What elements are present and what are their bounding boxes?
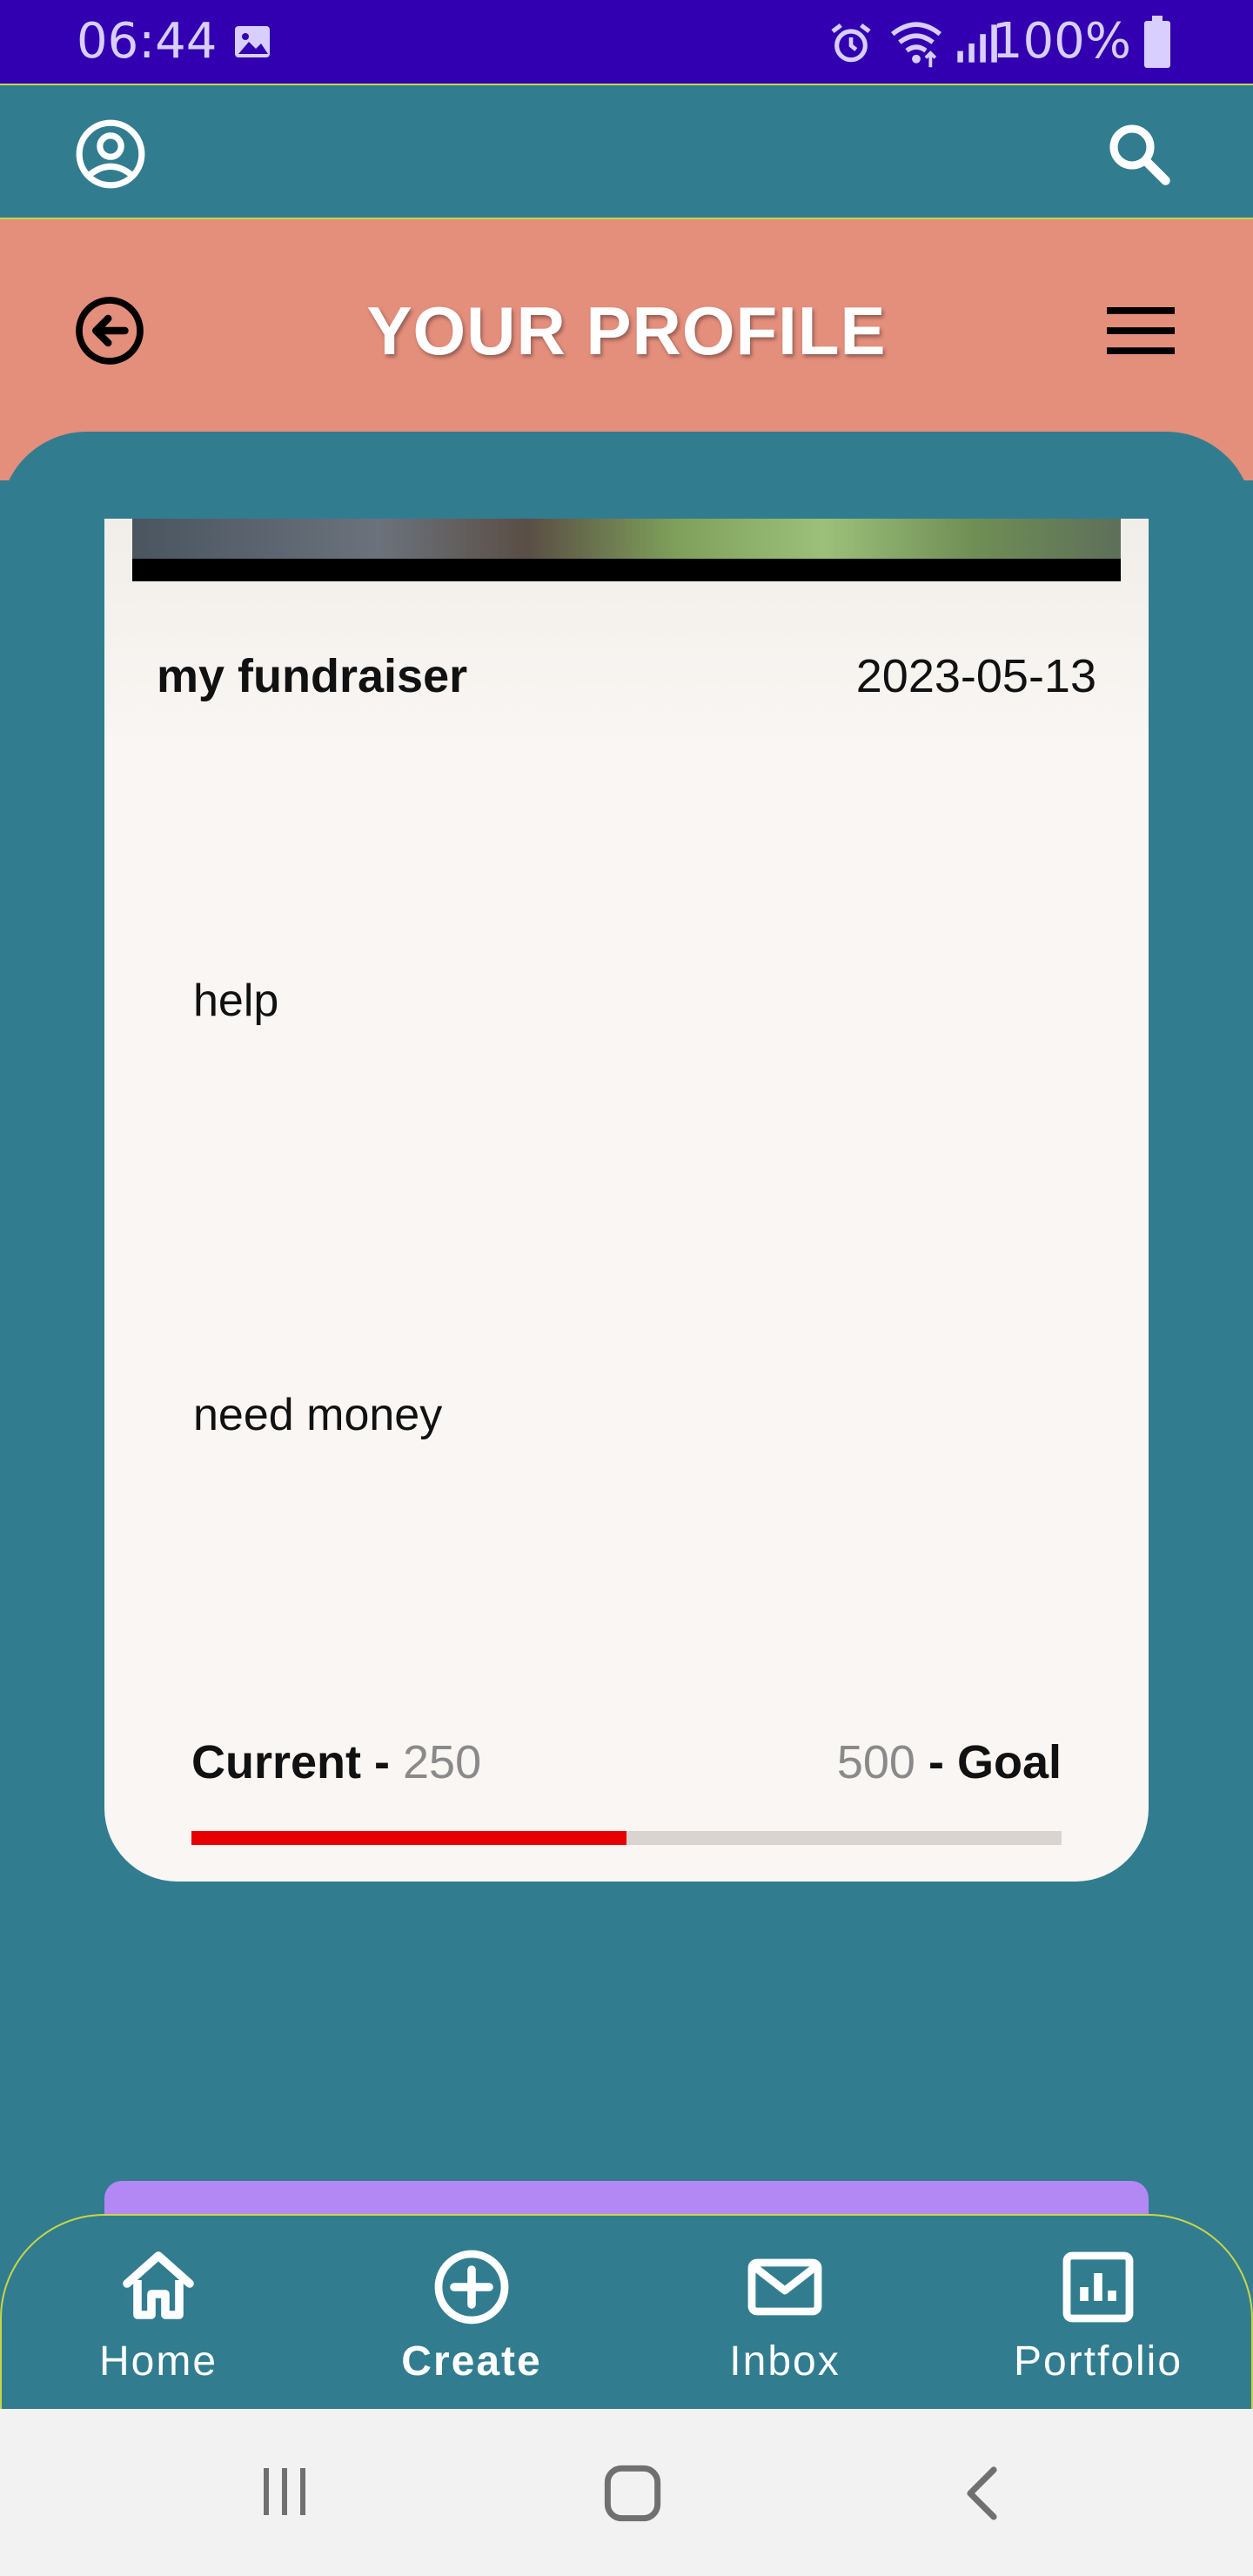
nav-create-label: Create — [401, 2338, 542, 2385]
top-app-bar — [0, 84, 1253, 219]
page-title: YOUR PROFILE — [366, 292, 887, 369]
battery-percent: 100% — [991, 13, 1131, 70]
current-amount: Current - 250 — [191, 1735, 481, 1789]
current-label: Current — [191, 1736, 362, 1788]
fundraiser-progress-bar — [191, 1831, 1062, 1845]
progress-fill — [191, 1831, 626, 1845]
bottom-navigation: Home Create Inbox Portfolio — [0, 2214, 1253, 2409]
gallery-icon — [235, 26, 270, 57]
image-bottom-bar — [132, 559, 1121, 581]
wifi-icon — [891, 22, 941, 68]
nav-create[interactable]: Create — [341, 2245, 602, 2385]
fundraiser-card[interactable]: my fundraiser 2023-05-13 help need money… — [104, 519, 1149, 1882]
nav-home-label: Home — [98, 2338, 218, 2385]
nav-home[interactable]: Home — [28, 2245, 289, 2385]
goal-label: Goal — [956, 1736, 1062, 1788]
alarm-icon — [831, 23, 871, 63]
fundraiser-description-2: need money — [193, 1390, 443, 1440]
goal-amount: 500 - Goal — [837, 1735, 1062, 1789]
home-icon — [123, 2251, 194, 2319]
recent-apps-icon[interactable] — [256, 2463, 313, 2520]
nav-portfolio-label: Portfolio — [1013, 2338, 1183, 2385]
goal-separator: - — [915, 1736, 957, 1788]
current-separator: - — [361, 1736, 404, 1788]
goal-value: 500 — [836, 1736, 915, 1788]
nav-inbox-label: Inbox — [729, 2338, 841, 2385]
status-time: 06:44 — [77, 13, 218, 70]
status-bar: 06:44 100% — [0, 0, 1253, 84]
fundraiser-image — [132, 519, 1121, 559]
system-navigation-bar — [0, 2409, 1253, 2576]
back-button-icon[interactable] — [957, 2463, 1009, 2524]
search-icon[interactable] — [1102, 117, 1175, 190]
nav-inbox[interactable]: Inbox — [654, 2245, 915, 2385]
nav-portfolio[interactable]: Portfolio — [968, 2245, 1229, 2385]
mail-icon — [747, 2258, 822, 2316]
fundraiser-title: my fundraiser — [157, 650, 468, 702]
fundraiser-date: 2023-05-13 — [855, 650, 1096, 702]
battery-icon — [1144, 16, 1170, 68]
next-card-edge[interactable] — [104, 2181, 1149, 2216]
add-circle-icon — [434, 2250, 509, 2324]
bar-chart-icon — [1062, 2251, 1134, 2323]
home-button-icon[interactable] — [602, 2463, 663, 2524]
fundraiser-description-1: help — [193, 976, 279, 1026]
account-circle-icon[interactable] — [73, 117, 148, 191]
current-value: 250 — [403, 1736, 482, 1788]
